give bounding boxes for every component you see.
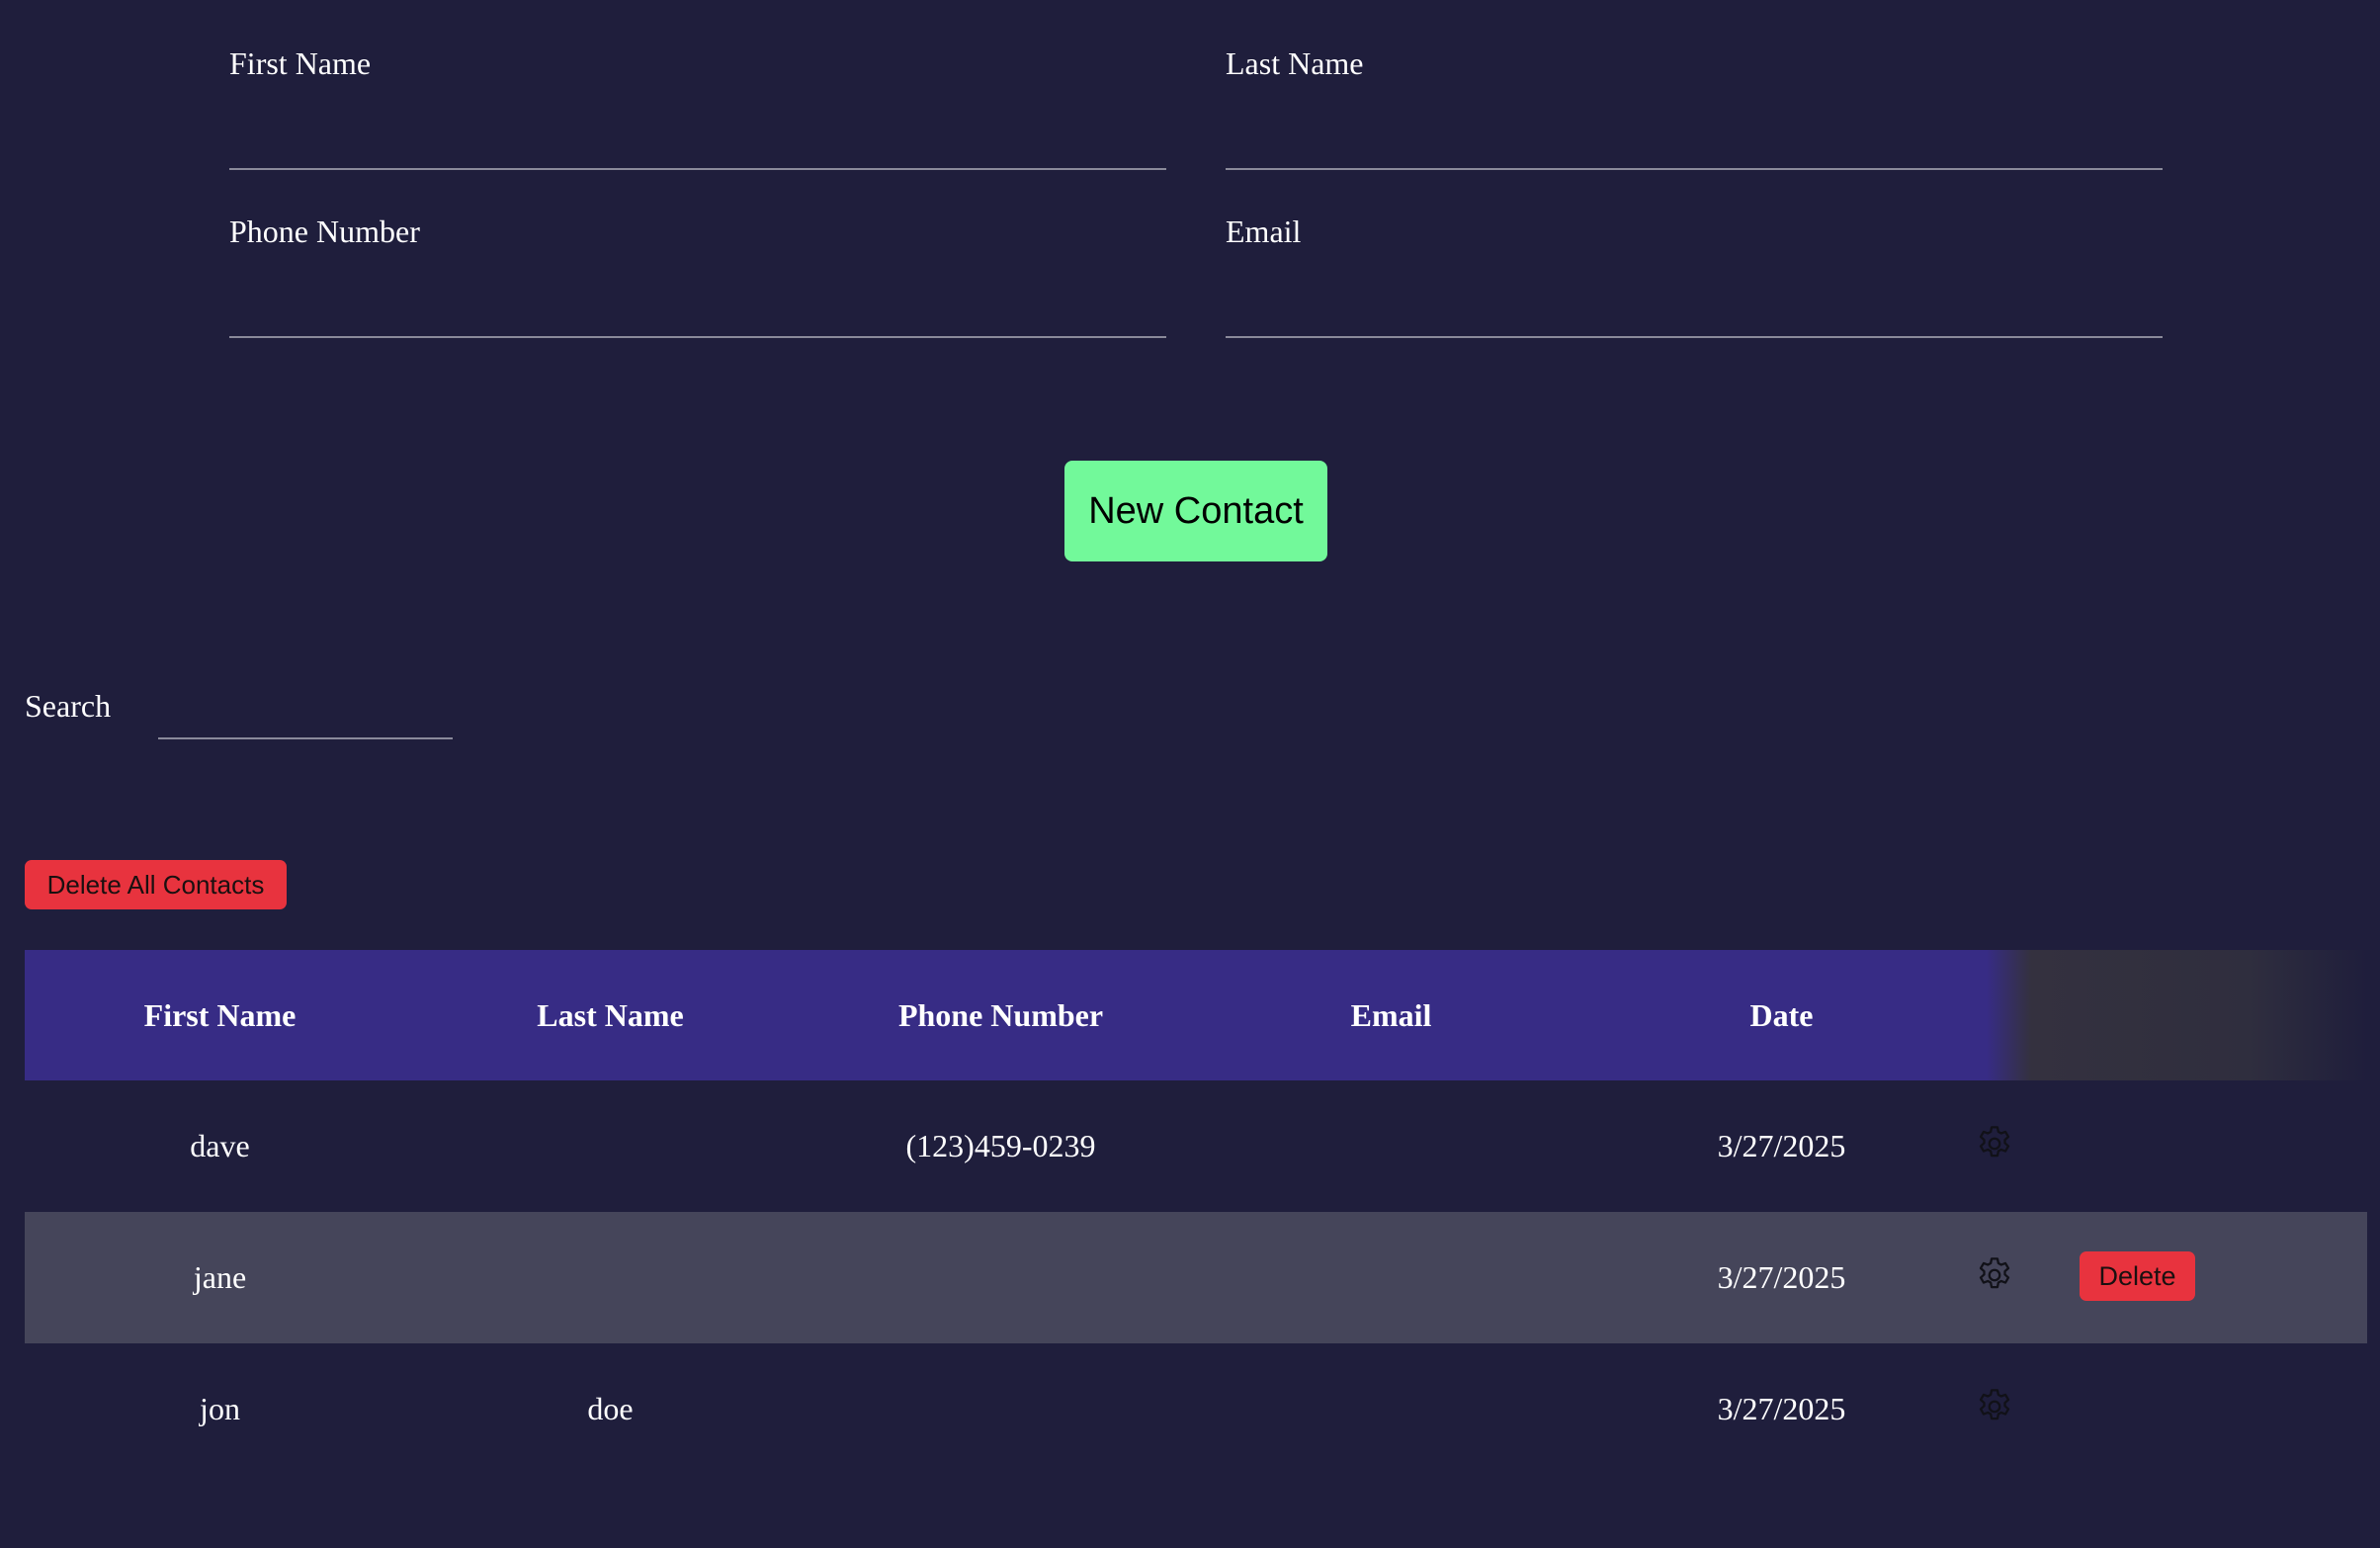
phone-number-input[interactable] — [229, 267, 1166, 338]
delete-button[interactable]: Delete — [2080, 1251, 2195, 1301]
cell-phone-number: (123)459-0239 — [905, 1128, 1096, 1163]
cell-phone-number — [806, 1212, 1196, 1343]
cell-last-name — [415, 1080, 806, 1212]
cell-email — [1196, 1343, 1586, 1475]
phone-number-field: Phone Number — [229, 208, 1166, 338]
table-row: dave (123)459-0239 3/27/2025 — [25, 1080, 2367, 1212]
column-header-email: Email — [1350, 997, 1432, 1033]
column-header-phone-number: Phone Number — [897, 997, 1104, 1033]
gear-icon[interactable] — [1974, 1123, 2015, 1164]
column-header-first-name: First Name — [143, 997, 297, 1033]
first-name-field: First Name — [229, 40, 1166, 170]
cell-date: 3/27/2025 — [1717, 1259, 1846, 1295]
delete-all-contacts-button[interactable]: Delete All Contacts — [25, 860, 287, 909]
email-label: Email — [1226, 214, 1302, 249]
new-contact-button[interactable]: New Contact — [1064, 461, 1327, 561]
table-row: jane 3/27/2025 Delete — [25, 1212, 2367, 1343]
email-field: Email — [1226, 208, 2163, 338]
gear-icon[interactable] — [1974, 1386, 2015, 1427]
cell-date: 3/27/2025 — [1717, 1391, 1846, 1426]
table-row: jon doe 3/27/2025 — [25, 1343, 2367, 1475]
first-name-label: First Name — [229, 45, 372, 81]
search-label: Search — [25, 688, 112, 724]
last-name-input[interactable] — [1226, 99, 2163, 170]
last-name-label: Last Name — [1226, 45, 1364, 81]
cell-email — [1196, 1080, 1586, 1212]
cell-last-name: doe — [587, 1391, 634, 1426]
last-name-field: Last Name — [1226, 40, 2163, 170]
gear-icon[interactable] — [1974, 1254, 2015, 1296]
email-input[interactable] — [1226, 267, 2163, 338]
cell-first-name: dave — [190, 1128, 250, 1163]
table-header: First Name Last Name Phone Number Email … — [25, 950, 2367, 1080]
cell-phone-number — [806, 1343, 1196, 1475]
cell-last-name — [415, 1212, 806, 1343]
cell-email — [1196, 1212, 1586, 1343]
phone-number-label: Phone Number — [229, 214, 420, 249]
cell-first-name: jon — [200, 1391, 240, 1426]
column-header-last-name: Last Name — [537, 997, 684, 1033]
first-name-input[interactable] — [229, 99, 1166, 170]
cell-date: 3/27/2025 — [1717, 1128, 1846, 1163]
cell-first-name: jane — [193, 1259, 247, 1295]
search-input[interactable] — [158, 692, 453, 739]
column-header-date: Date — [1749, 997, 1814, 1033]
contacts-page: First Name Last Name Phone Number Email … — [0, 0, 2380, 1548]
